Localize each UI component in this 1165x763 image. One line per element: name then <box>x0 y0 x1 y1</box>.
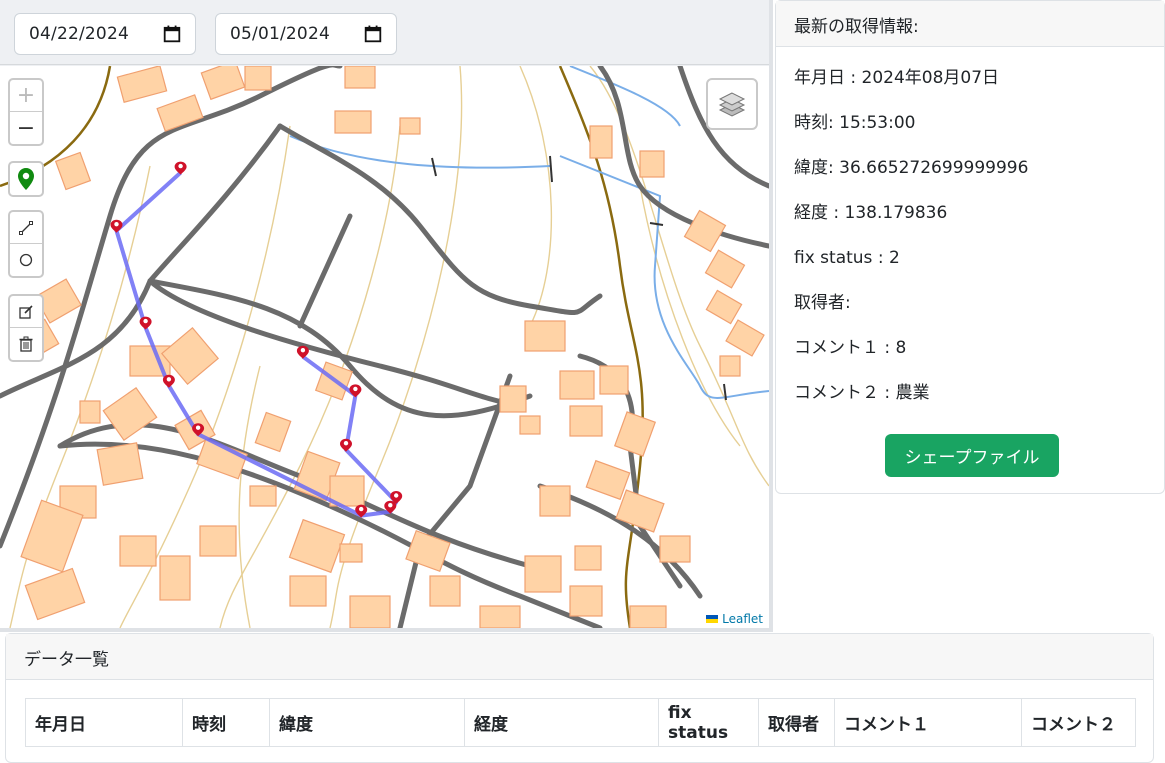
start-date-value: 04/22/2024 <box>29 24 129 44</box>
draw-control <box>8 210 44 278</box>
map-canvas[interactable]: + − Leaflet <box>0 66 769 628</box>
end-date-value: 05/01/2024 <box>230 24 330 44</box>
column-header-comment2[interactable]: コメント２ <box>1021 698 1136 747</box>
zoom-control: + − <box>8 78 44 146</box>
latest-info-card: 最新の取得情報: 年月日 : 2024年08月07日 時刻: 15:53:00 … <box>775 0 1165 494</box>
column-header-longitude[interactable]: 経度 <box>464 698 659 747</box>
column-header-comment1[interactable]: コメント１ <box>834 698 1022 747</box>
track-point-marker[interactable] <box>174 161 187 175</box>
column-header-user[interactable]: 取得者 <box>758 698 835 747</box>
column-header-latitude[interactable]: 緯度 <box>269 698 465 747</box>
column-header-fix-status[interactable]: fix status <box>658 698 759 747</box>
data-table: 年月日 時刻 緯度 経度 fix status 取得者 コメント１ コメント２ <box>25 698 1136 747</box>
circle-icon <box>19 253 33 267</box>
latest-date: 年月日 : 2024年08月07日 <box>794 68 1000 88</box>
latest-longitude: 経度 : 138.179836 <box>794 203 948 223</box>
trash-icon <box>19 336 33 352</box>
track-point-marker[interactable] <box>296 345 309 359</box>
shapefile-button[interactable]: シェープファイル <box>885 434 1059 477</box>
edit-layers-button[interactable] <box>10 296 42 328</box>
calendar-icon[interactable] <box>163 25 181 43</box>
latest-latitude: 緯度: 36.665272699999996 <box>794 158 1029 178</box>
track-line <box>114 171 399 518</box>
end-date-input[interactable]: 05/01/2024 <box>215 13 397 55</box>
track-point-marker[interactable] <box>162 374 175 388</box>
ukraine-flag-icon <box>706 615 719 623</box>
layers-icon <box>718 92 746 117</box>
track-point-marker[interactable] <box>110 219 123 233</box>
start-date-input[interactable]: 04/22/2024 <box>14 13 196 55</box>
latest-time: 時刻: 15:53:00 <box>794 113 916 133</box>
layers-control-button[interactable] <box>706 78 758 130</box>
track-point-marker[interactable] <box>139 316 152 330</box>
leaflet-link[interactable]: Leaflet <box>722 612 763 626</box>
latest-info-header: 最新の取得情報: <box>776 1 1164 47</box>
marker-control <box>8 161 44 197</box>
date-filter-bar: 04/22/2024 05/01/2024 <box>0 0 769 65</box>
column-header-time[interactable]: 時刻 <box>182 698 270 747</box>
calendar-icon[interactable] <box>364 25 382 43</box>
latest-comment2: コメント２ : 農業 <box>794 383 930 403</box>
column-header-date[interactable]: 年月日 <box>25 698 183 747</box>
draw-marker-button[interactable] <box>10 163 42 195</box>
latest-user: 取得者: <box>794 293 851 313</box>
track-point-marker[interactable] <box>340 438 352 452</box>
delete-layers-button[interactable] <box>10 328 42 360</box>
edit-control <box>8 294 44 362</box>
data-list-card: データ一覧 年月日 時刻 緯度 経度 fix status 取得者 コメント１ … <box>5 633 1154 763</box>
latest-info-body: 年月日 : 2024年08月07日 時刻: 15:53:00 緯度: 36.66… <box>776 47 1164 443</box>
draw-polyline-button[interactable] <box>10 212 42 244</box>
latest-comment1: コメント１ : 8 <box>794 338 907 358</box>
map-attribution: Leaflet <box>700 610 769 628</box>
map-panel: 04/22/2024 05/01/2024 + − Leaflet <box>0 0 773 632</box>
polyline-icon <box>19 220 33 235</box>
data-list-header: データ一覧 <box>6 634 1153 680</box>
draw-circle-button[interactable] <box>10 244 42 276</box>
gps-track <box>110 161 403 518</box>
track-point-marker[interactable] <box>349 384 362 398</box>
edit-icon <box>19 304 33 319</box>
map-pin-icon <box>18 168 34 190</box>
zoom-out-button[interactable]: − <box>10 112 42 144</box>
latest-fix-status: fix status : 2 <box>794 248 900 268</box>
table-header-row: 年月日 時刻 緯度 経度 fix status 取得者 コメント１ コメント２ <box>25 698 1136 747</box>
zoom-in-button[interactable]: + <box>10 80 42 112</box>
